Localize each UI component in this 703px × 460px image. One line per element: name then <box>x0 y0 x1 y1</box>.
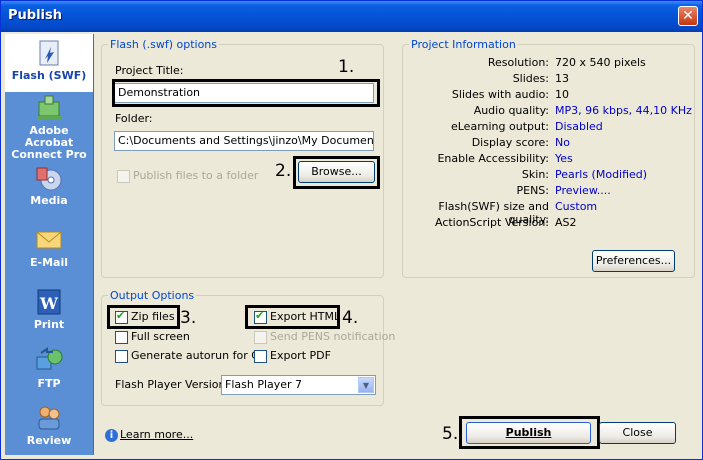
autorun-label: Generate autorun for CD <box>131 349 268 362</box>
learn-more-link[interactable]: Learn more... <box>120 428 193 441</box>
project-title-label: Project Title: <box>115 64 184 77</box>
sidebar-item-flash[interactable]: Flash (SWF) <box>5 34 93 92</box>
publish-folder-checkbox <box>117 170 130 183</box>
project-info-key: Enable Accessibility: <box>437 152 549 165</box>
project-info-key: PENS: <box>516 184 549 197</box>
sidebar-item-print[interactable]: W Print <box>5 288 93 333</box>
sidebar-item-connect[interactable]: Adobe Acrobat Connect Pro <box>5 94 93 161</box>
callout-box-3 <box>107 305 180 329</box>
player-version-value: Flash Player 7 <box>225 378 303 391</box>
publish-dialog: Publish ✕ Flash (SWF) Adobe Acrobat Conn… <box>0 0 703 460</box>
project-info-value: AS2 <box>555 216 577 229</box>
print-icon: W <box>37 289 61 315</box>
project-info-key: Skin: <box>521 168 549 181</box>
project-info-key: Resolution: <box>487 56 549 69</box>
project-info-key: Slides with audio: <box>451 88 549 101</box>
project-info-value: 13 <box>555 72 569 85</box>
folder-input[interactable]: C:\Documents and Settings\jinzo\My Docum… <box>114 131 374 151</box>
folder-label: Folder: <box>115 112 153 125</box>
sidebar: Flash (SWF) Adobe Acrobat Connect Pro Me… <box>5 34 94 455</box>
project-info-value: 10 <box>555 88 569 101</box>
close-icon[interactable]: ✕ <box>678 6 698 26</box>
callout-number-4: 4. <box>342 308 359 328</box>
window-title: Publish <box>8 8 62 23</box>
title-bar: Publish ✕ <box>1 1 702 32</box>
export-pdf-checkbox[interactable] <box>254 350 267 363</box>
sidebar-item-label: Flash (SWF) <box>11 69 87 82</box>
sidebar-item-label: Print <box>33 318 65 331</box>
email-icon <box>36 231 62 249</box>
sidebar-item-email[interactable]: E-Mail <box>5 226 93 271</box>
sidebar-item-review[interactable]: Review <box>5 404 93 449</box>
callout-box-2 <box>293 156 380 189</box>
project-info-key: eLearning output: <box>450 120 549 133</box>
callout-box-4 <box>245 305 340 329</box>
dialog-footer: i Learn more... 5. Publish Close <box>95 413 699 455</box>
sidebar-item-label: Review <box>26 434 72 447</box>
export-pdf-label: Export PDF <box>270 349 331 362</box>
callout-number-1: 1. <box>338 57 355 77</box>
review-icon <box>38 406 60 430</box>
sidebar-item-label: Adobe Acrobat Connect Pro <box>11 124 87 161</box>
project-info-value: 720 x 540 pixels <box>555 56 646 69</box>
callout-box-1 <box>112 79 380 107</box>
flash-options-legend: Flash (.swf) options <box>110 38 218 51</box>
send-pens-checkbox <box>254 331 267 344</box>
project-info-value[interactable]: Custom <box>555 200 597 213</box>
callout-number-2: 2. <box>275 161 292 181</box>
project-info-value[interactable]: Pearls (Modified) <box>555 168 647 181</box>
project-info-key: Audio quality: <box>473 104 549 117</box>
svg-text:W: W <box>39 294 59 313</box>
player-version-select[interactable]: Flash Player 7 ▼ <box>221 375 376 395</box>
player-version-label: Flash Player Version: <box>115 378 230 391</box>
close-button[interactable]: Close <box>599 422 676 444</box>
project-info-legend: Project Information <box>411 38 516 51</box>
info-icon: i <box>105 429 118 442</box>
sidebar-item-label: E-Mail <box>30 256 68 269</box>
callout-number-3: 3. <box>180 308 197 328</box>
project-info-value[interactable]: MP3, 96 kbps, 44,10 KHz <box>555 104 692 117</box>
autorun-checkbox[interactable] <box>115 350 128 363</box>
output-options-legend: Output Options <box>110 289 195 302</box>
sidebar-item-ftp[interactable]: FTP <box>5 347 93 392</box>
publish-button[interactable]: Publish <box>466 422 591 444</box>
send-pens-label: Send PENS notification <box>270 330 396 343</box>
callout-number-5: 5. <box>442 424 459 444</box>
sidebar-item-label: FTP <box>37 377 61 390</box>
project-info-value[interactable]: Preview.... <box>555 184 611 197</box>
flash-icon <box>39 40 59 66</box>
main-panel: Flash (.swf) options Project Title: Demo… <box>95 34 699 409</box>
connect-icon <box>37 95 61 120</box>
project-info-value[interactable]: Yes <box>555 152 573 165</box>
project-info-key: Display score: <box>471 136 549 149</box>
preferences-button[interactable]: Preferences... <box>592 250 675 272</box>
project-info-value[interactable]: No <box>555 136 570 149</box>
sidebar-item-label: Media <box>30 194 68 207</box>
chevron-down-icon[interactable]: ▼ <box>358 377 374 393</box>
project-info-key: Slides: <box>512 72 549 85</box>
full-screen-label: Full screen <box>131 330 190 343</box>
project-info-key: ActionScript Version: <box>434 216 549 229</box>
sidebar-item-media[interactable]: Media <box>5 164 93 209</box>
media-icon <box>36 167 62 191</box>
ftp-icon <box>36 347 63 370</box>
publish-folder-label: Publish files to a folder <box>133 169 259 182</box>
full-screen-checkbox[interactable] <box>115 331 128 344</box>
project-info-value[interactable]: Disabled <box>555 120 603 133</box>
